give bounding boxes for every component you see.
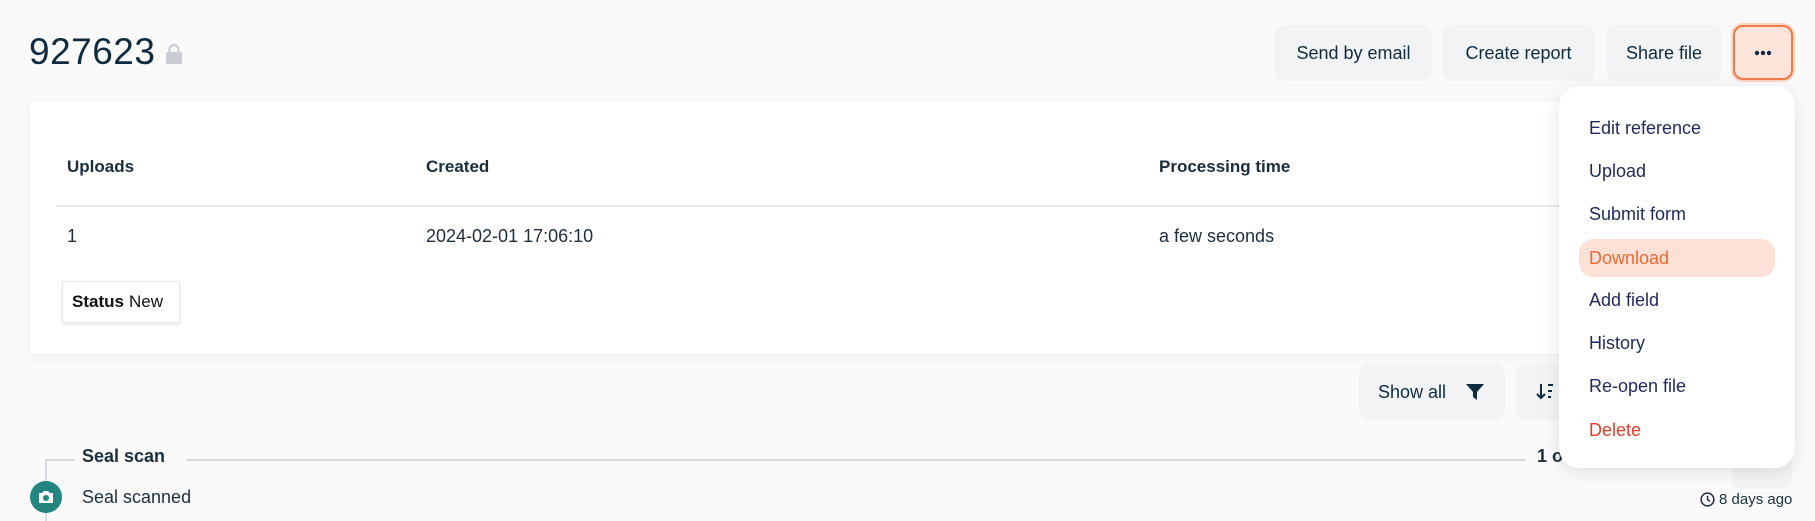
menu-item-history[interactable]: History [1579,324,1775,362]
send-by-email-button[interactable]: Send by email [1275,25,1432,81]
status-value: New [128,292,163,311]
created-value: 2024-02-01 17:06:10 [426,226,594,246]
ellipsis-icon [1754,50,1772,55]
filter-icon [1466,384,1485,400]
menu-item-download[interactable]: Download [1579,239,1775,277]
more-options-menu: Edit reference Upload Submit form Downlo… [1559,86,1795,468]
lock-icon [166,44,182,64]
show-all-label: Show all [1378,381,1447,402]
table-divider [56,205,1616,207]
uploads-value: 1 [67,226,78,246]
sort-icon [1536,384,1553,400]
event-time: 8 days ago [1700,491,1792,508]
clock-icon [1700,492,1715,507]
column-header-uploads: Uploads [67,157,135,176]
create-report-button[interactable]: Create report [1442,25,1595,81]
show-all-filter-button[interactable]: Show all [1359,364,1505,420]
timeline-connector [45,459,75,461]
menu-item-delete[interactable]: Delete [1579,411,1775,449]
menu-item-submit-form[interactable]: Submit form [1579,195,1775,233]
status-badge: Status New [62,281,180,323]
menu-item-edit-reference[interactable]: Edit reference [1579,109,1775,147]
summary-card [30,101,1680,354]
page-title: 927623 [29,31,156,72]
camera-icon [30,481,62,513]
menu-item-add-field[interactable]: Add field [1579,281,1775,319]
column-header-processing-time: Processing time [1159,157,1291,176]
more-options-button[interactable] [1733,25,1793,80]
share-file-button[interactable]: Share file [1606,25,1722,81]
status-label: Status [72,292,124,311]
section-title: Seal scan [82,446,166,466]
menu-item-upload[interactable]: Upload [1579,152,1775,190]
event-label: Seal scanned [82,487,192,507]
menu-item-re-open-file[interactable]: Re-open file [1579,367,1775,405]
section-divider [186,459,1526,461]
processing-time-value: a few seconds [1159,226,1275,246]
event-time-text: 8 days ago [1719,491,1793,508]
column-header-created: Created [426,157,490,176]
